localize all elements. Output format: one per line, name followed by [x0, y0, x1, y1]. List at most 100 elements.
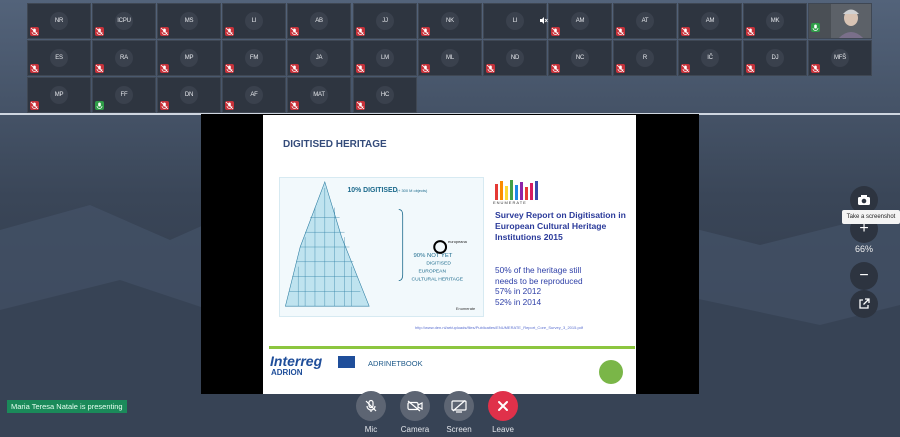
- mic-muted-icon: [160, 64, 169, 73]
- popout-icon: [859, 298, 870, 309]
- participant-avatar: ES: [50, 49, 68, 67]
- mic-muted-icon: [746, 27, 755, 36]
- participant-avatar: JA: [310, 49, 328, 67]
- participant-tile[interactable]: MFŠ: [808, 40, 872, 76]
- mic-muted-icon: [551, 64, 560, 73]
- participant-tile[interactable]: JJ: [353, 3, 417, 39]
- participant-tile[interactable]: R: [613, 40, 677, 76]
- participant-tile[interactable]: NK: [418, 3, 482, 39]
- participant-avatar: NK: [441, 12, 459, 30]
- participant-tile[interactable]: DN: [157, 77, 221, 113]
- popout-button[interactable]: [850, 290, 878, 318]
- screen-share-off-icon: [451, 399, 467, 413]
- participant-tile[interactable]: LM: [353, 40, 417, 76]
- mic-muted-icon: [551, 27, 560, 36]
- participant-avatar: LI: [245, 12, 263, 30]
- participant-avatar: AM: [701, 12, 719, 30]
- participant-tile[interactable]: AT: [613, 3, 677, 39]
- participant-tile[interactable]: LI: [483, 3, 548, 39]
- svg-text:10% DIGITISED: 10% DIGITISED: [347, 187, 397, 194]
- participant-tile[interactable]: AF: [222, 77, 286, 113]
- mic-off-icon: [365, 399, 377, 412]
- mic-muted-icon: [421, 64, 430, 73]
- participant-tile[interactable]: ML: [418, 40, 482, 76]
- zoom-out-button[interactable]: −: [850, 262, 878, 290]
- participant-avatar: AT: [636, 12, 654, 30]
- participant-tile[interactable]: MP: [27, 77, 91, 113]
- participant-tile[interactable]: JA: [287, 40, 351, 76]
- participant-tile[interactable]: ICPU: [92, 3, 156, 39]
- participant-avatar: RA: [115, 49, 133, 67]
- mic-muted-icon: [30, 27, 39, 36]
- participant-tile[interactable]: ES: [27, 40, 91, 76]
- participant-tile[interactable]: NC: [548, 40, 612, 76]
- participant-tile[interactable]: MAT: [287, 77, 351, 113]
- mic-button[interactable]: Mic: [356, 391, 386, 434]
- participant-avatar: MK: [766, 12, 784, 30]
- eu-flag-icon: [338, 356, 355, 368]
- source-url: http://www.den.nl/art/uploads/files/Publ…: [415, 325, 584, 330]
- stat-line: 52% in 2014: [495, 296, 542, 307]
- participant-avatar: FF: [115, 86, 133, 104]
- participant-avatar: NC: [571, 49, 589, 67]
- presentation-slide: DIGITISED HERITAGE 10% DIGITISED (+ 300 …: [263, 115, 636, 394]
- adrion-label: ADRION: [271, 368, 303, 377]
- participant-tile[interactable]: MS: [157, 3, 221, 39]
- mic-muted-icon: [356, 27, 365, 36]
- participant-avatar: AF: [245, 86, 263, 104]
- mic-muted-icon: [356, 64, 365, 73]
- participant-avatar: AB: [310, 12, 328, 30]
- camera-off-icon: [407, 400, 423, 412]
- participant-tile[interactable]: LI: [222, 3, 286, 39]
- camera-icon: [858, 195, 870, 205]
- slide-title: DIGITISED HERITAGE: [283, 139, 387, 150]
- mic-muted-icon: [486, 64, 495, 73]
- digitised-heritage-illustration: 10% DIGITISED (+ 300 M objects) 90% NOT …: [279, 177, 484, 317]
- participant-avatar: R: [636, 49, 654, 67]
- participant-tile[interactable]: AB: [287, 3, 351, 39]
- mic-on-icon: [95, 101, 104, 110]
- leave-button[interactable]: Leave: [488, 391, 518, 434]
- participant-tile[interactable]: AM: [548, 3, 612, 39]
- camera-button[interactable]: Camera: [400, 391, 430, 434]
- self-video-tile[interactable]: [808, 3, 872, 39]
- svg-text:(+ 300 M objects): (+ 300 M objects): [397, 188, 428, 193]
- participant-tile[interactable]: ND: [483, 40, 547, 76]
- camera-label: Camera: [400, 425, 430, 434]
- participant-avatar: MP: [50, 86, 68, 104]
- participant-tile[interactable]: MK: [743, 3, 807, 39]
- mic-muted-icon: [421, 27, 430, 36]
- participant-tile[interactable]: FF: [92, 77, 156, 113]
- participant-tile[interactable]: FM: [222, 40, 286, 76]
- participant-avatar: NR: [50, 12, 68, 30]
- mic-muted-icon: [225, 27, 234, 36]
- participant-avatar: LM: [376, 49, 394, 67]
- screen-label: Screen: [446, 425, 472, 434]
- speaker-off-icon: [539, 16, 548, 25]
- participant-tile[interactable]: DJ: [743, 40, 807, 76]
- participant-avatar: MFŠ: [831, 49, 849, 67]
- interreg-logo: Interreg: [270, 353, 323, 369]
- participant-tile[interactable]: MP: [157, 40, 221, 76]
- mic-muted-icon: [681, 27, 690, 36]
- close-icon: [498, 401, 508, 411]
- svg-text:CULTURAL HERITAGE: CULTURAL HERITAGE: [412, 277, 464, 283]
- participant-tile[interactable]: AM: [678, 3, 742, 39]
- minus-icon: −: [850, 262, 878, 290]
- participant-tile[interactable]: HC: [353, 77, 417, 113]
- mic-muted-icon: [290, 101, 299, 110]
- footer-divider: [269, 346, 635, 349]
- stat-line: 50% of the heritage still: [495, 265, 582, 275]
- screen-share-button[interactable]: Screen: [444, 391, 474, 434]
- mic-muted-icon: [225, 64, 234, 73]
- svg-text:Enumerate: Enumerate: [456, 306, 476, 311]
- mic-on-icon: [811, 23, 820, 32]
- mic-muted-icon: [356, 101, 365, 110]
- participant-tile[interactable]: IČ: [678, 40, 742, 76]
- participant-tile[interactable]: RA: [92, 40, 156, 76]
- participant-avatar: MAT: [310, 86, 328, 104]
- report-title: Survey Report on Digitisation in Europea…: [495, 210, 626, 242]
- zoom-level: 66%: [854, 244, 873, 254]
- svg-text:europeana: europeana: [448, 239, 468, 244]
- participant-tile[interactable]: NR: [27, 3, 91, 39]
